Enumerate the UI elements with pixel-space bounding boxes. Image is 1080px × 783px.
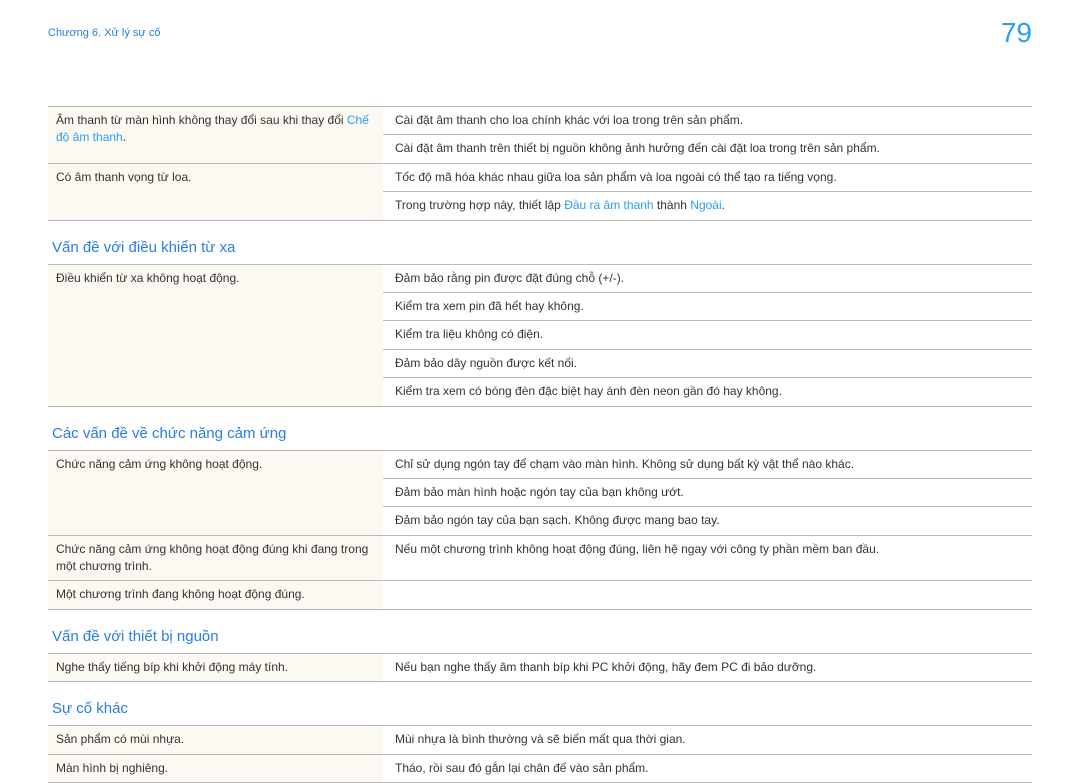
section-table-source: Nghe thấy tiếng bíp khi khởi động máy tí…: [48, 653, 1032, 682]
problem-cell: Âm thanh từ màn hình không thay đổi sau …: [48, 107, 383, 164]
solution-cell: Cài đặt âm thanh cho loa chính khác với …: [383, 107, 1032, 135]
solution-cell: Đảm bảo ngón tay của bạn sạch. Không đượ…: [383, 507, 1032, 535]
solution-cell: Kiểm tra xem có bóng đèn đặc biệt hay án…: [383, 378, 1032, 406]
solution-cell: Trong trường hợp này, thiết lập Đầu ra â…: [383, 192, 1032, 220]
page-number: 79: [1001, 17, 1032, 49]
section-heading-touch: Các vấn đề về chức năng cảm ứng: [48, 407, 1032, 450]
page-header: Chương 6. Xử lý sự cố 79: [48, 0, 1032, 52]
solution-cell: Kiểm tra liệu không có điện.: [383, 321, 1032, 349]
problem-cell: Sản phẩm có mùi nhựa.: [48, 726, 383, 754]
section-heading-source: Vấn đề với thiết bị nguồn: [48, 610, 1032, 653]
solution-cell: Kiểm tra xem pin đã hết hay không.: [383, 292, 1032, 320]
section-table-other: Sản phẩm có mùi nhựa. Mùi nhựa là bình t…: [48, 725, 1032, 783]
solution-cell: Tốc độ mã hóa khác nhau giữa loa sản phẩ…: [383, 163, 1032, 191]
problem-cell: Màn hình bị nghiêng.: [48, 754, 383, 782]
solution-cell: Mùi nhựa là bình thường và sẽ biến mất q…: [383, 726, 1032, 754]
solution-cell: Chỉ sử dụng ngón tay để chạm vào màn hìn…: [383, 450, 1032, 478]
solution-cell: Tháo, rồi sau đó gắn lại chân đế vào sản…: [383, 754, 1032, 782]
problem-cell: Một chương trình đang không hoạt động đú…: [48, 581, 383, 609]
solution-cell: Cài đặt âm thanh trên thiết bị nguồn khô…: [383, 135, 1032, 163]
section-table-touch: Chức năng cảm ứng không hoạt động. Chỉ s…: [48, 450, 1032, 610]
problem-cell: Có âm thanh vọng từ loa.: [48, 163, 383, 220]
section-heading-other: Sự cố khác: [48, 682, 1032, 725]
chapter-breadcrumb: Chương 6. Xử lý sự cố: [48, 27, 160, 39]
solution-cell: Đảm bảo rằng pin được đặt đúng chỗ (+/-)…: [383, 264, 1032, 292]
section-table-sound: Âm thanh từ màn hình không thay đổi sau …: [48, 106, 1032, 221]
solution-cell: Nếu một chương trình không hoạt động đún…: [383, 535, 1032, 581]
section-table-remote: Điều khiển từ xa không hoạt động. Đảm bả…: [48, 264, 1032, 407]
content-area: Âm thanh từ màn hình không thay đổi sau …: [48, 106, 1032, 783]
problem-cell: Chức năng cảm ứng không hoạt động đúng k…: [48, 535, 383, 581]
solution-cell: Nếu bạn nghe thấy âm thanh bíp khi PC kh…: [383, 653, 1032, 681]
problem-cell: Điều khiển từ xa không hoạt động.: [48, 264, 383, 406]
solution-cell: Đảm bảo màn hình hoặc ngón tay của bạn k…: [383, 478, 1032, 506]
problem-cell: Nghe thấy tiếng bíp khi khởi động máy tí…: [48, 653, 383, 681]
solution-cell: Đảm bảo dây nguồn được kết nối.: [383, 349, 1032, 377]
problem-cell: Chức năng cảm ứng không hoạt động.: [48, 450, 383, 535]
section-heading-remote: Vấn đề với điều khiển từ xa: [48, 221, 1032, 264]
solution-cell: [383, 581, 1032, 609]
